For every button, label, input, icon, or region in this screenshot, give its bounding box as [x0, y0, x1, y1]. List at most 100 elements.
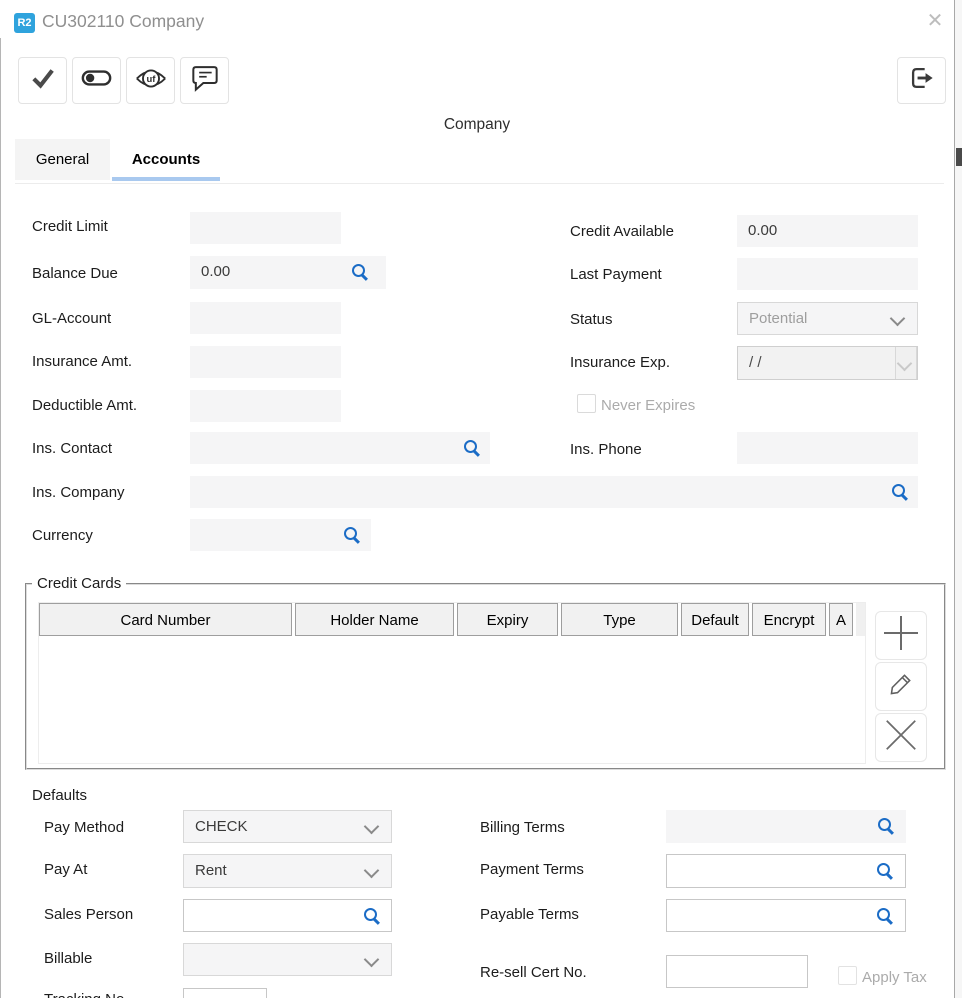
last-payment-field[interactable] — [737, 258, 918, 290]
column-header-type[interactable]: Type — [561, 603, 678, 636]
defaults-heading: Defaults — [32, 787, 87, 804]
page-title: Company — [0, 116, 954, 134]
plus-icon — [881, 613, 921, 658]
resell-cert-no-label: Re-sell Cert No. — [480, 964, 587, 981]
check-icon — [28, 63, 58, 98]
confirm-button[interactable] — [18, 57, 67, 104]
column-header-encrypt[interactable]: Encrypt — [752, 603, 826, 636]
billing-terms-field[interactable] — [666, 810, 906, 843]
notes-button[interactable] — [180, 57, 229, 104]
delete-card-button[interactable] — [875, 713, 927, 762]
exit-button[interactable] — [897, 57, 946, 104]
edit-card-button[interactable] — [875, 662, 927, 711]
clipped-row-label: Tracking No. — [44, 991, 128, 998]
column-header-expiry[interactable]: Expiry — [457, 603, 558, 636]
chevron-down-icon — [897, 356, 913, 372]
ins-company-field[interactable] — [190, 476, 918, 508]
close-icon[interactable]: ✕ — [922, 8, 948, 34]
comment-icon — [190, 63, 220, 98]
tab-accounts[interactable]: Accounts — [112, 139, 220, 180]
ins-phone-field[interactable] — [737, 432, 918, 464]
deductible-amt-field[interactable] — [190, 390, 341, 422]
credit-limit-label: Credit Limit — [32, 218, 108, 235]
user-fields-button[interactable]: uf — [126, 57, 175, 104]
apply-tax-label: Apply Tax — [862, 969, 927, 986]
search-icon[interactable] — [878, 818, 895, 835]
chevron-down-icon — [364, 952, 380, 968]
chevron-down-icon — [364, 863, 380, 879]
window-left-border — [0, 38, 1, 998]
header-filler — [856, 603, 865, 636]
search-icon[interactable] — [877, 863, 894, 880]
add-card-button[interactable] — [875, 611, 927, 660]
tab-general[interactable]: General — [15, 139, 110, 180]
chevron-down-icon — [890, 311, 906, 327]
payment-terms-field[interactable] — [666, 854, 906, 888]
ins-contact-label: Ins. Contact — [32, 440, 112, 457]
clipped-row-field[interactable] — [183, 988, 267, 998]
scrollbar-thumb[interactable] — [956, 148, 962, 166]
window-title: CU302110 Company — [42, 11, 204, 32]
never-expires-label: Never Expires — [601, 397, 695, 414]
vertical-scrollbar[interactable] — [954, 0, 962, 998]
search-icon[interactable] — [344, 527, 361, 544]
column-header-card-number[interactable]: Card Number — [39, 603, 292, 636]
sign-out-icon — [906, 62, 938, 99]
r2-logo: R2 — [14, 13, 35, 33]
gl-account-field[interactable] — [190, 302, 341, 334]
sales-person-field[interactable] — [183, 899, 392, 932]
uf-eye-icon: uf — [134, 66, 168, 96]
search-icon[interactable] — [877, 908, 894, 925]
status-select[interactable]: Potential — [737, 302, 918, 335]
payable-terms-label: Payable Terms — [480, 906, 579, 923]
status-value: Potential — [749, 303, 807, 334]
insurance-amt-field[interactable] — [190, 346, 341, 378]
insurance-exp-label: Insurance Exp. — [570, 354, 670, 371]
ins-contact-field[interactable] — [190, 432, 490, 464]
pay-at-value: Rent — [195, 855, 227, 886]
toggle-switch-icon — [81, 68, 112, 93]
deductible-amt-label: Deductible Amt. — [32, 397, 137, 414]
date-picker-button[interactable] — [895, 346, 917, 380]
credit-cards-table[interactable]: Card Number Holder Name Expiry Type Defa… — [38, 602, 866, 764]
currency-label: Currency — [32, 527, 93, 544]
billable-select[interactable] — [183, 943, 392, 976]
credit-cards-legend: Credit Cards — [32, 575, 126, 592]
balance-due-label: Balance Due — [32, 265, 118, 282]
pay-at-label: Pay At — [44, 861, 87, 878]
pay-method-value: CHECK — [195, 811, 248, 842]
currency-field[interactable] — [190, 519, 371, 551]
credit-available-field[interactable]: 0.00 — [737, 215, 918, 247]
balance-due-value: 0.00 — [201, 256, 230, 288]
search-icon[interactable] — [464, 440, 481, 457]
credit-available-label: Credit Available — [570, 223, 674, 240]
never-expires-checkbox[interactable] — [577, 394, 596, 413]
credit-cards-group: Credit Cards Card Number Holder Name Exp… — [25, 583, 946, 770]
ins-phone-label: Ins. Phone — [570, 441, 642, 458]
column-header-a[interactable]: A — [829, 603, 853, 636]
billing-terms-label: Billing Terms — [480, 819, 565, 836]
column-header-holder-name[interactable]: Holder Name — [295, 603, 454, 636]
insurance-exp-value: / / — [749, 347, 762, 378]
chevron-down-icon — [364, 819, 380, 835]
credit-cards-header-row: Card Number Holder Name Expiry Type Defa… — [39, 603, 865, 636]
resell-cert-no-field[interactable] — [666, 955, 808, 988]
search-icon[interactable] — [352, 264, 369, 281]
status-label: Status — [570, 311, 613, 328]
credit-available-value: 0.00 — [748, 215, 777, 247]
pay-at-select[interactable]: Rent — [183, 854, 392, 888]
svg-text:uf: uf — [146, 73, 156, 84]
toggle-button[interactable] — [72, 57, 121, 104]
payable-terms-field[interactable] — [666, 899, 906, 932]
sales-person-label: Sales Person — [44, 906, 133, 923]
column-header-default[interactable]: Default — [681, 603, 749, 636]
apply-tax-checkbox[interactable] — [838, 966, 857, 985]
credit-limit-field[interactable] — [190, 212, 341, 244]
pay-method-select[interactable]: CHECK — [183, 810, 392, 843]
search-icon[interactable] — [892, 484, 909, 501]
search-icon[interactable] — [364, 908, 381, 925]
balance-due-field[interactable]: 0.00 — [190, 256, 386, 289]
insurance-exp-field[interactable]: / / — [737, 346, 918, 380]
insurance-amt-label: Insurance Amt. — [32, 353, 132, 370]
billable-label: Billable — [44, 950, 92, 967]
